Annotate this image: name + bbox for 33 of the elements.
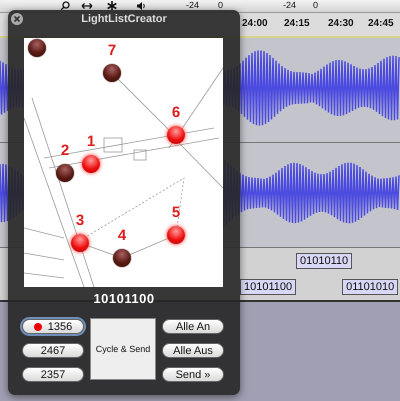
track-label[interactable]: 10101100	[240, 279, 296, 295]
time-label: 24:15	[284, 18, 310, 29]
indicator-icon	[34, 322, 42, 330]
track-label[interactable]: 01010110	[296, 253, 352, 269]
time-label: 24:00	[242, 18, 268, 29]
lamp-number: 1	[86, 133, 96, 150]
speaker-icon[interactable]	[136, 1, 146, 11]
lamp-number: 2	[60, 142, 70, 159]
time-label: 24:30	[328, 18, 354, 29]
double-arrow-icon[interactable]	[81, 1, 93, 11]
cycle-send-button[interactable]: Cycle & Send	[90, 318, 156, 380]
preset-button[interactable]: 2467	[22, 343, 84, 358]
action-button[interactable]: Alle An	[162, 319, 224, 334]
track-label[interactable]: 01101010	[342, 279, 398, 295]
close-icon[interactable]	[11, 13, 23, 25]
time-label: 24:45	[368, 18, 394, 29]
lamp-number: 4	[116, 227, 128, 244]
meter-label: -24	[186, 0, 200, 11]
lamp-number: 3	[74, 212, 86, 229]
action-button[interactable]: Send »	[162, 367, 224, 382]
meter-label: -24	[283, 0, 296, 11]
window-title: LightListCreator	[81, 13, 167, 25]
lamp-number: 7	[106, 42, 118, 59]
asterisk-icon[interactable]	[107, 1, 117, 11]
action-button[interactable]: Alle Aus	[162, 343, 224, 358]
meter-label: 0	[313, 0, 318, 11]
lamp-number: 5	[170, 204, 182, 221]
zoom-icon[interactable]	[60, 1, 70, 11]
pattern-code: 10101100	[92, 291, 156, 306]
preset-button[interactable]: 2357	[22, 367, 84, 382]
lamp-number: 6	[170, 104, 182, 121]
preset-button[interactable]: 1356	[22, 319, 84, 334]
meter-label: 0	[218, 0, 224, 11]
